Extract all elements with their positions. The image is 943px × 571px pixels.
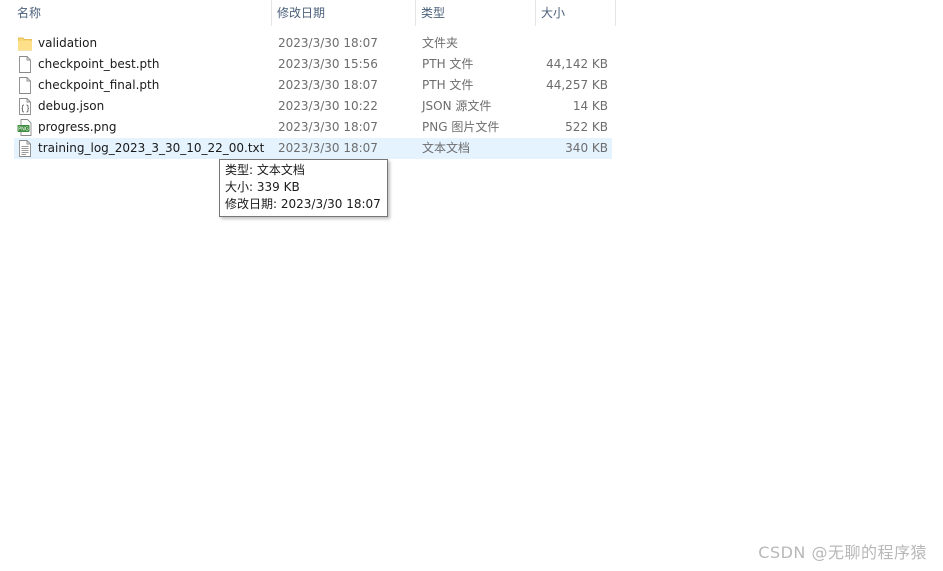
file-name: validation bbox=[38, 36, 98, 50]
watermark: CSDN @无聊的程序猿 bbox=[758, 543, 927, 562]
file-date: 2023/3/30 18:07 bbox=[278, 141, 378, 155]
file-row-hovered[interactable]: training_log_2023_3_30_10_22_00.txt 2023… bbox=[14, 138, 612, 159]
file-type: 文本文档 bbox=[422, 141, 471, 155]
file-date: 2023/3/30 10:22 bbox=[278, 99, 378, 113]
file-type: PNG 图片文件 bbox=[422, 120, 500, 134]
file-icon bbox=[19, 77, 31, 94]
file-size: 44,142 KB bbox=[546, 57, 608, 71]
column-header-type-label: 类型 bbox=[421, 6, 446, 20]
file-date: 2023/3/30 18:07 bbox=[278, 36, 378, 50]
column-header-size-label: 大小 bbox=[541, 6, 566, 20]
column-header-bar: 名称 ^ 修改日期 类型 大小 bbox=[0, 0, 616, 26]
json-file-icon bbox=[19, 98, 31, 115]
file-type: PTH 文件 bbox=[422, 57, 474, 71]
file-size: 340 KB bbox=[565, 141, 608, 155]
file-row[interactable]: validation 2023/3/30 18:07 文件夹 bbox=[14, 33, 612, 54]
png-file-icon: PNG bbox=[17, 119, 32, 136]
tooltip-type: 类型: 文本文档 bbox=[225, 163, 305, 177]
file-row[interactable]: checkpoint_final.pth 2023/3/30 18:07 PTH… bbox=[14, 75, 612, 96]
folder-icon bbox=[18, 37, 32, 51]
file-date: 2023/3/30 18:07 bbox=[278, 120, 378, 134]
file-type: PTH 文件 bbox=[422, 78, 474, 92]
file-name: training_log_2023_3_30_10_22_00.txt bbox=[38, 141, 265, 155]
file-size: 14 KB bbox=[572, 99, 608, 113]
column-header-type[interactable]: 类型 bbox=[416, 0, 536, 26]
file-row[interactable]: debug.json 2023/3/30 10:22 JSON 源文件 14 K… bbox=[14, 96, 612, 117]
file-type: JSON 源文件 bbox=[422, 99, 492, 113]
column-header-size[interactable]: 大小 bbox=[536, 0, 616, 26]
sort-ascending-icon[interactable]: ^ bbox=[136, 0, 144, 6]
column-header-date-label: 修改日期 bbox=[277, 6, 326, 20]
file-date: 2023/3/30 18:07 bbox=[278, 78, 378, 92]
file-name: checkpoint_best.pth bbox=[38, 57, 160, 71]
text-file-icon bbox=[19, 140, 31, 157]
file-size: 44,257 KB bbox=[546, 78, 608, 92]
file-date: 2023/3/30 15:56 bbox=[278, 57, 378, 71]
file-icon bbox=[19, 56, 31, 73]
svg-text:PNG: PNG bbox=[18, 127, 29, 133]
file-size: 522 KB bbox=[565, 120, 608, 134]
column-header-name-label: 名称 bbox=[17, 6, 42, 20]
file-name: progress.png bbox=[38, 120, 117, 134]
file-list: validation 2023/3/30 18:07 文件夹 checkpoin… bbox=[14, 33, 612, 159]
file-row[interactable]: PNG progress.png 2023/3/30 18:07 PNG 图片文… bbox=[14, 117, 612, 138]
file-name: checkpoint_final.pth bbox=[38, 78, 160, 92]
tooltip-size: 大小: 339 KB bbox=[225, 180, 300, 194]
file-row[interactable]: checkpoint_best.pth 2023/3/30 15:56 PTH … bbox=[14, 54, 612, 75]
file-type: 文件夹 bbox=[422, 36, 459, 50]
file-info-tooltip: 类型: 文本文档 大小: 339 KB 修改日期: 2023/3/30 18:0… bbox=[219, 159, 388, 217]
column-header-date[interactable]: 修改日期 bbox=[272, 0, 416, 26]
tooltip-date: 修改日期: 2023/3/30 18:07 bbox=[225, 197, 381, 211]
file-name: debug.json bbox=[38, 99, 105, 113]
